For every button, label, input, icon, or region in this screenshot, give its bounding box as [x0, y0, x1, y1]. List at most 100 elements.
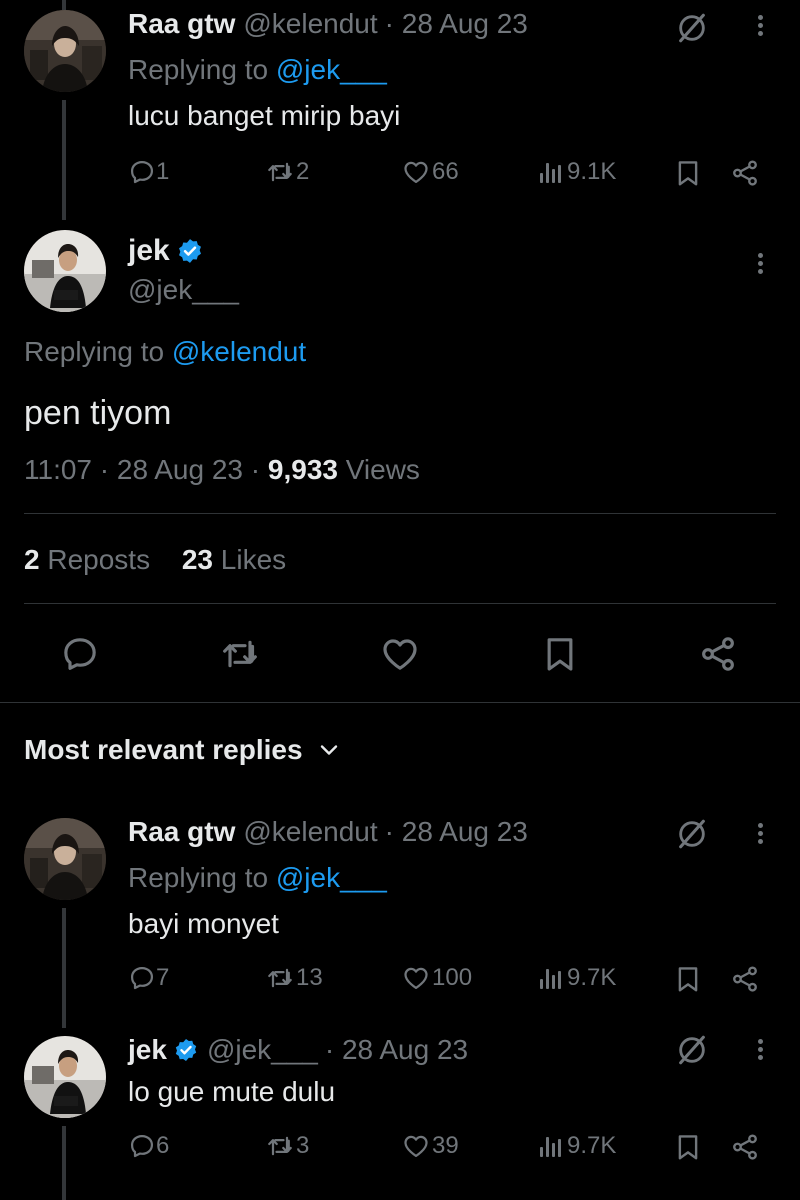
- verified-icon: [176, 237, 204, 265]
- user-handle[interactable]: @jek___: [128, 274, 239, 306]
- reply-count: 1: [156, 158, 170, 185]
- user-handle[interactable]: @kelendut: [243, 8, 377, 40]
- views-count: 9.7K: [567, 964, 617, 991]
- more-icon[interactable]: [756, 1036, 764, 1063]
- reply-button[interactable]: 6: [128, 1132, 169, 1160]
- tweet-timestamp[interactable]: 11:07 · 28 Aug 23 ·: [24, 454, 260, 485]
- avatar[interactable]: [24, 1036, 106, 1118]
- mention-link[interactable]: @jek___: [276, 54, 387, 85]
- divider: [0, 702, 800, 703]
- tweet-meta: 11:07 · 28 Aug 23 · 9,933 Views: [24, 454, 420, 486]
- repost-button[interactable]: 3: [264, 1132, 309, 1160]
- thread-line: [62, 0, 66, 10]
- sort-replies-dropdown[interactable]: Most relevant replies: [24, 734, 341, 766]
- repost-icon: [264, 964, 296, 992]
- tweet-header: Raa gtw @kelendut · 28 Aug 23: [128, 816, 528, 848]
- divider: [24, 513, 776, 514]
- display-name[interactable]: jek: [128, 1034, 167, 1066]
- share-icon[interactable]: [728, 962, 762, 996]
- replying-to: Replying to @jek___: [128, 862, 387, 894]
- replying-prefix: Replying to: [24, 336, 165, 367]
- avatar[interactable]: [24, 230, 106, 312]
- views-icon: [540, 967, 561, 989]
- replying-prefix: Replying to: [128, 862, 269, 893]
- repost-button[interactable]: 13: [264, 964, 323, 992]
- replying-to: Replying to @kelendut: [24, 336, 306, 368]
- views-count: 9,933: [267, 454, 338, 485]
- like-button[interactable]: 100: [402, 964, 472, 992]
- tweet-text: lucu banget mirip bayi: [128, 100, 401, 131]
- author-name-row: jek: [128, 234, 204, 268]
- like-icon[interactable]: [378, 632, 422, 676]
- repost-button[interactable]: 2: [264, 158, 309, 186]
- engagement-stats: 2 Reposts 23 Likes: [24, 544, 286, 576]
- mention-link[interactable]: @kelendut: [172, 336, 306, 367]
- thread-line: [62, 100, 66, 220]
- reposts-stat[interactable]: 2 Reposts: [24, 544, 150, 575]
- share-icon[interactable]: [728, 156, 762, 190]
- reply-icon: [128, 158, 156, 186]
- tweet-header: jek @jek___ · 28 Aug 23: [128, 1034, 468, 1066]
- likes-label: Likes: [220, 544, 287, 575]
- tweet-date[interactable]: · 28 Aug 23: [385, 8, 528, 40]
- divider: [24, 603, 776, 604]
- like-button[interactable]: 66: [402, 158, 459, 186]
- like-icon: [402, 1132, 430, 1160]
- likes-count: 23: [181, 544, 214, 575]
- user-handle[interactable]: @kelendut: [243, 816, 377, 848]
- like-icon: [402, 158, 430, 186]
- views-button[interactable]: 9.7K: [540, 964, 616, 992]
- tweet-header: Raa gtw @kelendut · 28 Aug 23: [128, 8, 528, 40]
- views-count: 9.7K: [567, 1132, 617, 1159]
- bookmark-icon[interactable]: [538, 632, 582, 676]
- reply-count: 7: [156, 964, 170, 991]
- reposts-count: 2: [24, 544, 40, 575]
- grok-icon[interactable]: [672, 1032, 712, 1068]
- reply-button[interactable]: 1: [128, 158, 169, 186]
- reply-button[interactable]: 7: [128, 964, 169, 992]
- like-button[interactable]: 39: [402, 1132, 459, 1160]
- repost-icon[interactable]: [216, 632, 264, 676]
- repost-icon: [264, 158, 296, 186]
- views-button[interactable]: 9.7K: [540, 1132, 616, 1160]
- views-button[interactable]: 9.1K: [540, 158, 616, 186]
- repost-count: 2: [296, 158, 310, 185]
- tweet-text: lo gue mute dulu: [128, 1076, 336, 1107]
- share-icon[interactable]: [728, 1130, 762, 1164]
- views-icon: [540, 161, 561, 183]
- more-icon[interactable]: [756, 250, 764, 277]
- replying-prefix: Replying to: [128, 54, 269, 85]
- likes-stat[interactable]: 23 Likes: [182, 544, 286, 575]
- display-name[interactable]: Raa gtw: [128, 816, 235, 848]
- replying-to: Replying to @jek___: [128, 54, 387, 86]
- views-label: Views: [345, 454, 420, 485]
- bookmark-icon[interactable]: [672, 1130, 704, 1164]
- avatar[interactable]: [24, 10, 106, 92]
- tweet-date[interactable]: · 28 Aug 23: [385, 816, 528, 848]
- display-name[interactable]: jek: [128, 234, 170, 268]
- verified-icon: [173, 1037, 199, 1063]
- reply-icon: [128, 964, 156, 992]
- grok-icon[interactable]: [672, 816, 712, 852]
- user-handle[interactable]: @jek___: [207, 1034, 318, 1066]
- more-icon[interactable]: [756, 12, 764, 39]
- sort-label: Most relevant replies: [24, 734, 303, 765]
- thread-line: [62, 1126, 66, 1200]
- more-icon[interactable]: [756, 820, 764, 847]
- like-count: 39: [432, 1132, 459, 1159]
- bookmark-icon[interactable]: [672, 962, 704, 996]
- reply-icon: [128, 1132, 156, 1160]
- tweet-date[interactable]: · 28 Aug 23: [325, 1034, 468, 1066]
- like-icon: [402, 964, 430, 992]
- display-name[interactable]: Raa gtw: [128, 8, 235, 40]
- bookmark-icon[interactable]: [672, 156, 704, 190]
- grok-icon[interactable]: [672, 10, 712, 46]
- avatar[interactable]: [24, 818, 106, 900]
- mention-link[interactable]: @jek___: [276, 862, 387, 893]
- chevron-down-icon: [317, 738, 341, 762]
- tweet-text: pen tiyom: [24, 394, 172, 432]
- tweet-text: bayi monyet: [128, 908, 279, 939]
- repost-icon: [264, 1132, 296, 1160]
- share-icon[interactable]: [696, 632, 740, 676]
- reply-icon[interactable]: [58, 632, 102, 676]
